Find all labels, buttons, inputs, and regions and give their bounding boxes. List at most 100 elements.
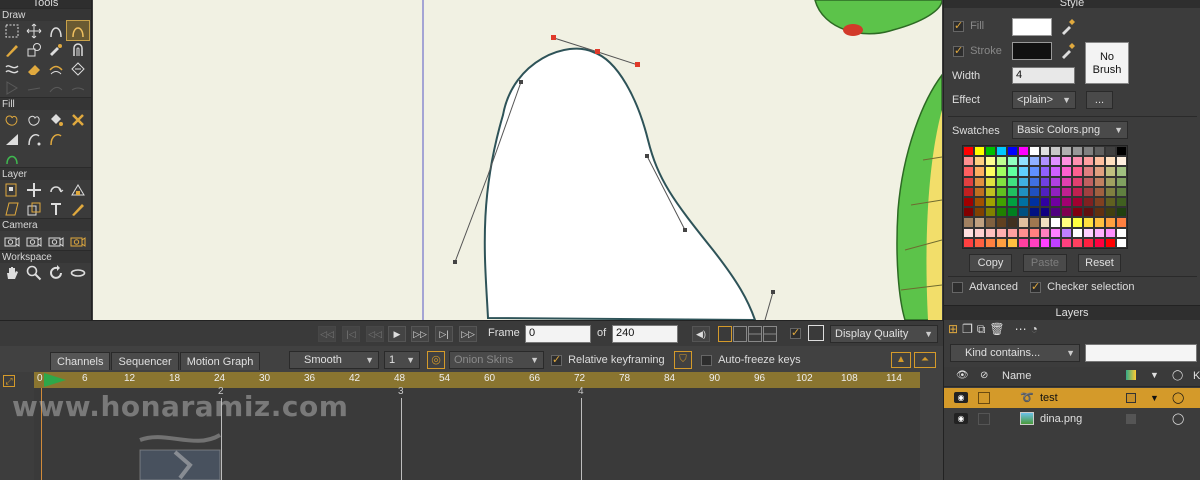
comment-icon[interactable]: ◯ bbox=[1172, 409, 1184, 429]
palette-swatch[interactable] bbox=[973, 166, 985, 177]
palette-swatch[interactable] bbox=[1017, 217, 1029, 228]
palette-swatch[interactable] bbox=[963, 237, 974, 248]
palette-swatch[interactable] bbox=[963, 156, 974, 167]
palette-swatch[interactable] bbox=[1039, 196, 1051, 208]
palette-swatch[interactable] bbox=[1028, 207, 1040, 218]
palette-swatch[interactable] bbox=[1028, 237, 1040, 248]
width-input[interactable]: 4 bbox=[1012, 67, 1075, 84]
freehand-tool-icon[interactable] bbox=[1, 40, 23, 59]
camera-pan-tilt-tool-icon[interactable] bbox=[67, 231, 89, 250]
palette-swatch[interactable] bbox=[1083, 156, 1095, 167]
palette-swatch[interactable] bbox=[1083, 146, 1095, 157]
palette-swatch[interactable] bbox=[1017, 196, 1029, 208]
zoom-tool-icon[interactable] bbox=[23, 263, 45, 282]
palette-swatch[interactable] bbox=[1050, 156, 1062, 167]
palette-swatch[interactable] bbox=[1039, 156, 1051, 167]
paste-button[interactable]: Paste bbox=[1023, 254, 1067, 272]
palette-swatch[interactable] bbox=[995, 146, 1007, 157]
layer-filter-dropdown[interactable]: Kind contains... ▼ bbox=[950, 344, 1080, 362]
delete-shape-tool-icon[interactable] bbox=[67, 110, 89, 129]
stroke-exposure-tool-icon[interactable] bbox=[45, 129, 67, 148]
add-point-tool-icon[interactable] bbox=[45, 21, 67, 40]
paint-bucket-tool-icon[interactable] bbox=[45, 110, 67, 129]
palette-swatch[interactable] bbox=[995, 237, 1007, 248]
hide-edge-fill-tool-icon[interactable] bbox=[23, 129, 45, 148]
palette-swatch[interactable] bbox=[1105, 227, 1117, 238]
rewind-icon[interactable]: ◁◁ bbox=[318, 326, 336, 342]
palette-swatch[interactable] bbox=[1028, 176, 1040, 187]
tab-sequencer[interactable]: Sequencer bbox=[111, 352, 179, 370]
text-tool-icon[interactable] bbox=[45, 199, 67, 218]
comment-icon[interactable]: ◯ bbox=[1172, 388, 1184, 408]
reset-button[interactable]: Reset bbox=[1078, 254, 1121, 272]
palette-swatch[interactable] bbox=[1116, 196, 1127, 208]
drawing-canvas[interactable] bbox=[93, 0, 942, 320]
eye-icon[interactable]: ◉ bbox=[954, 413, 968, 424]
palette-swatch[interactable] bbox=[1094, 176, 1106, 187]
palette-swatch[interactable] bbox=[1028, 186, 1040, 197]
palette-swatch[interactable] bbox=[1105, 217, 1117, 228]
palette-swatch[interactable] bbox=[1006, 217, 1018, 228]
palette-swatch[interactable] bbox=[1094, 217, 1106, 228]
palette-swatch[interactable] bbox=[984, 227, 996, 238]
palette-swatch[interactable] bbox=[1006, 176, 1018, 187]
palette-swatch[interactable] bbox=[963, 166, 974, 177]
scale-layer-tool-icon[interactable] bbox=[67, 180, 89, 199]
line-width-tool-icon[interactable] bbox=[1, 129, 23, 148]
split-horizontal-view-icon[interactable] bbox=[748, 326, 762, 342]
checker-selection-checkbox[interactable] bbox=[1030, 280, 1041, 293]
blob-brush-tool-icon[interactable] bbox=[45, 40, 67, 59]
palette-swatch[interactable] bbox=[1072, 207, 1084, 218]
palette-swatch[interactable] bbox=[1072, 227, 1084, 238]
palette-swatch[interactable] bbox=[1006, 207, 1018, 218]
layer-search-input[interactable] bbox=[1085, 344, 1197, 362]
curve-profile-tool-icon[interactable] bbox=[67, 129, 89, 148]
scatter-brush-tool-icon[interactable] bbox=[67, 40, 89, 59]
palette-swatch[interactable] bbox=[1094, 237, 1106, 248]
palette-swatch[interactable] bbox=[1094, 166, 1106, 177]
create-shape-tool-icon[interactable] bbox=[23, 110, 45, 129]
edit-tool-icon[interactable] bbox=[67, 199, 89, 218]
stroke-eyedropper-icon[interactable] bbox=[1059, 43, 1075, 59]
palette-swatch[interactable] bbox=[1061, 227, 1073, 238]
palette-swatch[interactable] bbox=[973, 146, 985, 157]
palette-swatch[interactable] bbox=[1072, 176, 1084, 187]
auto-freeze-checkbox[interactable] bbox=[701, 354, 712, 366]
layer-row-test[interactable]: ◉ ➰ test ▼ ◯ bbox=[944, 388, 1200, 408]
palette-swatch[interactable] bbox=[1061, 156, 1073, 167]
palette-swatch[interactable] bbox=[973, 227, 985, 238]
total-frames-input[interactable]: 240 bbox=[612, 325, 678, 343]
palette-swatch[interactable] bbox=[1050, 227, 1062, 238]
display-toggle-checkbox[interactable] bbox=[790, 326, 801, 339]
rotate-layer-tool-icon[interactable] bbox=[45, 180, 67, 199]
layer-color-swatch[interactable] bbox=[1126, 393, 1136, 403]
hide-edge-tool-icon[interactable] bbox=[67, 78, 89, 97]
expand-channels-icon[interactable]: ⤢ bbox=[3, 375, 15, 387]
shape-tool-icon[interactable] bbox=[23, 40, 45, 59]
palette-swatch[interactable] bbox=[1061, 146, 1073, 157]
palette-swatch[interactable] bbox=[1094, 196, 1106, 208]
palette-swatch[interactable] bbox=[1028, 166, 1040, 177]
palette-swatch[interactable] bbox=[1072, 196, 1084, 208]
palette-swatch[interactable] bbox=[1116, 156, 1127, 167]
frame-bounds-icon[interactable] bbox=[808, 325, 824, 341]
timeline-ruler[interactable]: 0 6 12 18 24 30 36 42 48 54 60 66 72 78 84 90 96 102 108 11… bbox=[34, 372, 920, 388]
palette-swatch[interactable] bbox=[1039, 166, 1051, 177]
delete-edge-tool-icon[interactable] bbox=[1, 59, 23, 78]
more-options-icon[interactable]: ⋯ bbox=[1015, 322, 1027, 340]
palette-swatch[interactable] bbox=[1094, 156, 1106, 167]
palette-swatch[interactable] bbox=[1083, 196, 1095, 208]
effect-dropdown[interactable]: <plain> ▼ bbox=[1012, 91, 1076, 109]
layer-row-dina[interactable]: ◉ dina.png ◯ bbox=[944, 409, 1200, 429]
palette-swatch[interactable] bbox=[963, 186, 974, 197]
step-back-icon[interactable]: ◁◁ bbox=[366, 326, 384, 342]
duplicate-layer-icon[interactable]: ❐ bbox=[962, 322, 973, 340]
advanced-checkbox[interactable] bbox=[952, 281, 963, 293]
palette-swatch[interactable] bbox=[1083, 207, 1095, 218]
palette-swatch[interactable] bbox=[1017, 237, 1029, 248]
palette-swatch[interactable] bbox=[1072, 146, 1084, 157]
palette-swatch[interactable] bbox=[1061, 166, 1073, 177]
palette-swatch[interactable] bbox=[973, 207, 985, 218]
palette-swatch[interactable] bbox=[1105, 237, 1117, 248]
palette-swatch[interactable] bbox=[1061, 196, 1073, 208]
